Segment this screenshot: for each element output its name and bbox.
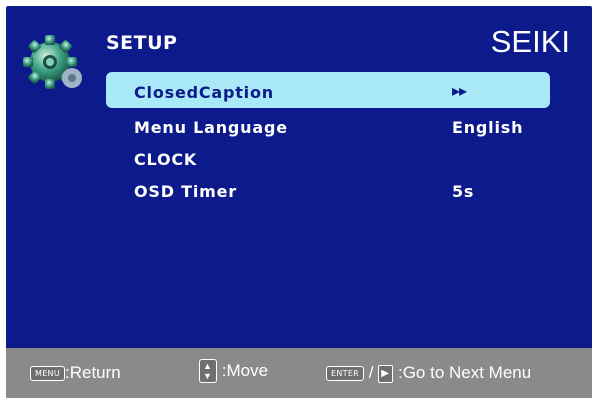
menu-item-label: Menu Language: [134, 118, 288, 137]
menu-item-clock[interactable]: CLOCK: [106, 142, 550, 172]
menu-item-label: CLOCK: [134, 150, 198, 169]
menu-item-label: ClosedCaption: [134, 83, 274, 102]
submenu-arrow-icon: ▸▸: [452, 81, 467, 100]
move-label: :Move: [221, 361, 269, 380]
menu-item-value: English: [452, 118, 524, 137]
up-down-arrows-icon: ▲ ▼: [199, 359, 217, 383]
next-menu-hint: ENTER / ▶ :Go to Next Menu: [326, 363, 531, 383]
osd-screen: SETUP SEIKI ClosedCaption ▸▸ Menu Langua…: [6, 6, 592, 398]
help-bar: MENU:Return ▲ ▼ :Move ENTER / ▶ :Go to Ne…: [6, 348, 592, 398]
move-hint: ▲ ▼ :Move: [199, 359, 268, 383]
return-hint: MENU:Return: [30, 363, 121, 383]
menu-item-menu-language[interactable]: Menu Language English: [106, 110, 550, 140]
menu-item-value: 5s: [452, 182, 475, 201]
setup-menu: ClosedCaption ▸▸ Menu Language English C…: [106, 72, 550, 206]
return-label: :Return: [65, 363, 121, 382]
gear-icon: [23, 35, 82, 89]
play-arrow-icon: ▶: [378, 364, 394, 383]
separator: /: [368, 363, 374, 382]
menu-item-closed-caption[interactable]: ClosedCaption ▸▸: [106, 72, 550, 108]
menu-item-label: OSD Timer: [134, 182, 237, 201]
next-menu-label: :Go to Next Menu: [397, 363, 532, 382]
menu-title: SETUP: [106, 32, 178, 54]
brand-logo: SEIKI: [490, 24, 570, 59]
menu-item-osd-timer[interactable]: OSD Timer 5s: [106, 174, 550, 204]
enter-key-icon: ENTER: [326, 366, 365, 382]
menu-key-icon: MENU: [30, 366, 65, 382]
